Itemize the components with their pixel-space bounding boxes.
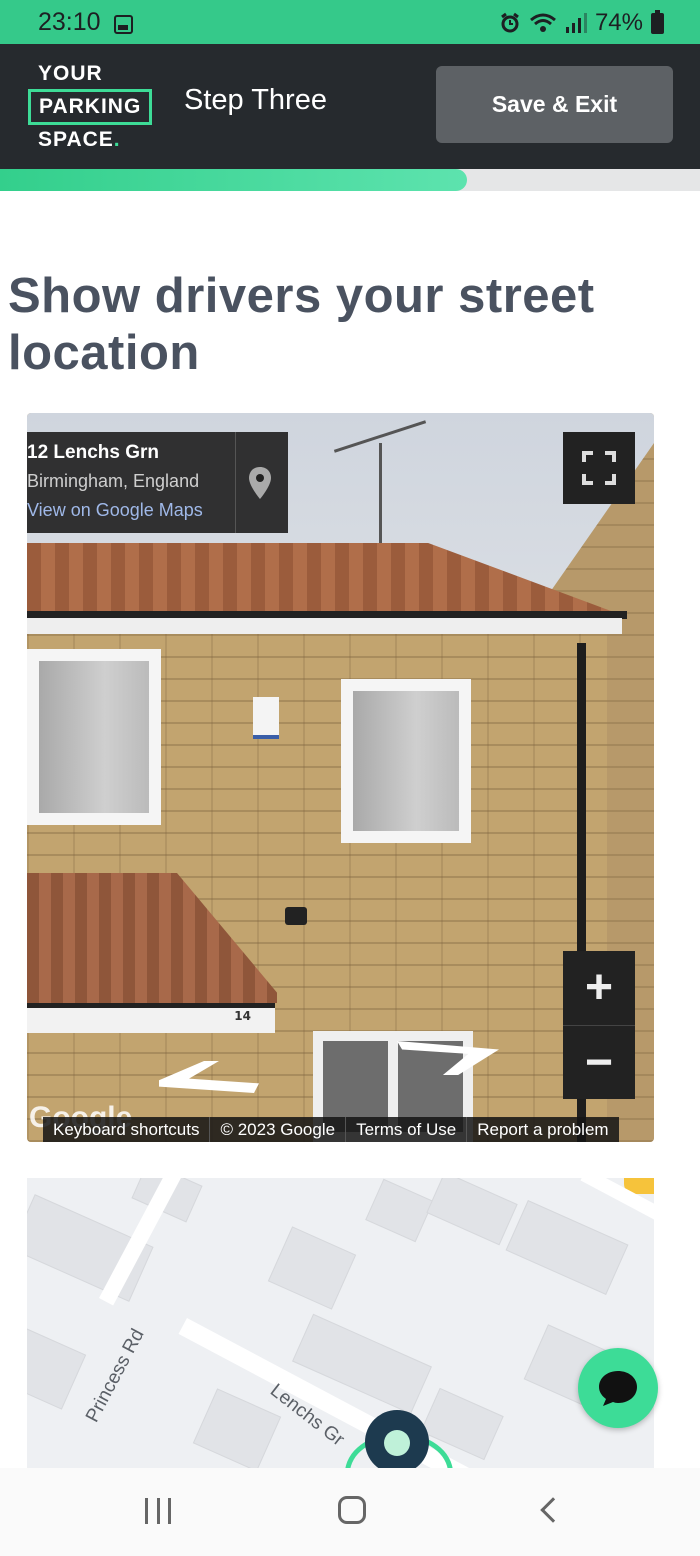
security-light xyxy=(285,907,307,925)
zoom-in-button[interactable]: + xyxy=(563,951,635,1025)
status-icons: 74% xyxy=(499,9,664,37)
address-name: 12 Lenchs Grn xyxy=(27,442,159,463)
status-time: 23:10 xyxy=(38,8,101,36)
terms-link[interactable]: Terms of Use xyxy=(346,1117,468,1142)
progress-bar xyxy=(0,169,700,191)
roof-edge xyxy=(27,618,622,634)
battery-percent: 74% xyxy=(594,9,643,36)
alarm-box xyxy=(253,697,279,739)
chat-button[interactable] xyxy=(578,1348,658,1428)
signal-icon xyxy=(565,13,587,33)
status-bar: 23:10 74% xyxy=(0,0,700,44)
recents-icon[interactable] xyxy=(145,1498,171,1524)
step-title: Step Three xyxy=(184,84,327,116)
address-card: 12 Lenchs Grn Birmingham, England View o… xyxy=(27,432,288,533)
porch-fascia: 14 xyxy=(27,1003,275,1033)
save-exit-button[interactable]: Save & Exit xyxy=(436,66,673,143)
gallery-icon xyxy=(114,15,133,34)
attribution-bar: Keyboard shortcuts © 2023 Google Terms o… xyxy=(43,1117,619,1142)
progress-fill xyxy=(0,169,467,191)
map-marker-icon[interactable] xyxy=(365,1410,429,1468)
app-header: YOUR PARKING SPACE. Step Three Save & Ex… xyxy=(0,44,700,169)
alarm-icon xyxy=(501,12,519,33)
fullscreen-icon xyxy=(582,451,616,485)
minus-icon: − xyxy=(584,1035,614,1089)
street-view[interactable]: 14 12 Lenchs Grn Birmingham, England Vie… xyxy=(27,413,654,1142)
road-label-princess: Princess Rd xyxy=(82,1325,149,1426)
house-number: 14 xyxy=(234,1009,251,1023)
window-left xyxy=(27,649,161,825)
address-divider xyxy=(235,432,236,533)
home-icon[interactable] xyxy=(338,1496,366,1524)
location-pin-icon[interactable] xyxy=(247,466,273,500)
back-icon[interactable] xyxy=(540,1497,566,1523)
wifi-icon xyxy=(529,13,556,32)
logo-line-1: YOUR xyxy=(38,62,103,85)
keyboard-shortcuts-link[interactable]: Keyboard shortcuts xyxy=(43,1117,211,1142)
window-right xyxy=(341,679,471,843)
battery-icon xyxy=(651,9,664,34)
plus-icon: + xyxy=(584,961,614,1014)
page-title: Show drivers your street location xyxy=(8,269,595,380)
location-map[interactable]: Princess Rd Lenchs Gr xyxy=(27,1178,654,1468)
google-maps-link[interactable]: View on Google Maps xyxy=(27,500,203,521)
copyright-text: © 2023 Google xyxy=(210,1117,347,1142)
zoom-out-button[interactable]: − xyxy=(563,1025,635,1099)
logo-line-3: SPACE. xyxy=(28,128,152,152)
address-city: Birmingham, England xyxy=(27,471,200,491)
chat-bubble-icon xyxy=(599,1371,637,1406)
logo-line-3-text: SPACE xyxy=(38,128,114,151)
fullscreen-button[interactable] xyxy=(563,432,635,504)
logo[interactable]: YOUR PARKING SPACE. xyxy=(28,62,153,152)
logo-line-2: PARKING xyxy=(28,89,153,125)
report-problem-link[interactable]: Report a problem xyxy=(467,1117,618,1142)
system-nav-bar xyxy=(0,1468,700,1556)
logo-dot: . xyxy=(113,128,121,151)
